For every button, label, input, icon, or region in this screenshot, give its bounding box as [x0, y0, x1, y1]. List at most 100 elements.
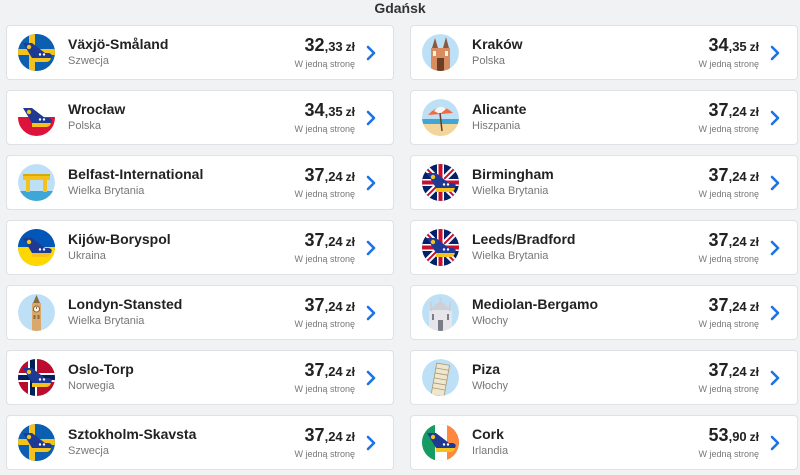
destination-grid: Växjö-Småland Szwecja 32,33 zł W jedną st… — [6, 25, 798, 470]
cathedral-icon — [422, 294, 459, 331]
fare-currency: zł — [345, 40, 355, 54]
fare-currency: zł — [345, 365, 355, 379]
fare-price: 37,24 zł — [305, 360, 355, 381]
chevron-right-icon[interactable] — [767, 303, 783, 323]
page-title: Gdańsk — [374, 0, 426, 16]
chevron-right-icon[interactable] — [363, 368, 379, 388]
destination-city: Leeds/Bradford — [472, 231, 576, 247]
fare-currency: zł — [749, 40, 759, 54]
one-way-label: W jedną stronę — [294, 319, 355, 329]
destination-country: Wielka Brytania — [472, 250, 549, 262]
chevron-right-icon[interactable] — [363, 303, 379, 323]
destination-card[interactable]: Birmingham Wielka Brytania 37,24 zł W jed… — [410, 155, 798, 210]
destination-city: Sztokholm-Skavsta — [68, 426, 197, 442]
fare-price: 37,24 zł — [305, 165, 355, 186]
fare-currency: zł — [345, 235, 355, 249]
fare-price-decimal: ,24 — [728, 234, 747, 249]
fare-price-whole: 37 — [708, 165, 729, 185]
fare-price-whole: 37 — [708, 360, 729, 380]
fare-price-decimal: ,24 — [324, 234, 343, 249]
destination-card[interactable]: Wrocław Polska 34,35 zł W jedną stronę — [6, 90, 394, 145]
destination-card[interactable]: Kijów-Boryspol Ukraina 37,24 zł W jedną s… — [6, 220, 394, 275]
fare-price-decimal: ,24 — [728, 364, 747, 379]
destination-card[interactable]: Alicante Hiszpania 37,24 zł W jedną stron… — [410, 90, 798, 145]
destination-city: Piza — [472, 361, 501, 377]
plane-uk-icon — [422, 164, 459, 201]
destination-country: Polska — [472, 55, 506, 67]
destination-city: Växjö-Småland — [68, 36, 169, 52]
fare-price-whole: 37 — [304, 165, 325, 185]
fare-price: 53,90 zł — [709, 425, 759, 446]
fare-price-decimal: ,24 — [728, 169, 747, 184]
chevron-right-icon[interactable] — [767, 433, 783, 453]
fare-price: 34,35 zł — [305, 100, 355, 121]
chevron-right-icon[interactable] — [363, 43, 379, 63]
destination-country: Ukraina — [68, 250, 106, 262]
chevron-right-icon[interactable] — [767, 368, 783, 388]
fare-price-whole: 37 — [304, 425, 325, 445]
fare-price-decimal: ,24 — [324, 299, 343, 314]
plane-sweden-icon — [18, 424, 55, 461]
chevron-right-icon[interactable] — [363, 108, 379, 128]
fare-currency: zł — [749, 300, 759, 314]
fare-currency: zł — [345, 430, 355, 444]
destination-card[interactable]: Oslo-Torp Norwegia 37,24 zł W jedną stron… — [6, 350, 394, 405]
one-way-label: W jedną stronę — [698, 319, 759, 329]
destination-card[interactable]: Cork Irlandia 53,90 zł W jedną stronę — [410, 415, 798, 470]
chevron-right-icon[interactable] — [767, 108, 783, 128]
fare-price-whole: 37 — [708, 295, 729, 315]
destination-card[interactable]: Londyn-Stansted Wielka Brytania 37,24 zł … — [6, 285, 394, 340]
destination-card[interactable]: Leeds/Bradford Wielka Brytania 37,24 zł W… — [410, 220, 798, 275]
chevron-right-icon[interactable] — [363, 433, 379, 453]
fare-price-decimal: ,24 — [324, 429, 343, 444]
destination-country: Wielka Brytania — [68, 315, 145, 327]
destination-country: Włochy — [472, 380, 509, 392]
fare-price-decimal: ,35 — [728, 39, 747, 54]
fare-price: 32,33 zł — [305, 35, 355, 56]
one-way-label: W jedną stronę — [294, 189, 355, 199]
one-way-label: W jedną stronę — [698, 254, 759, 264]
plane-sweden-icon — [18, 34, 55, 71]
fare-price: 37,24 zł — [709, 165, 759, 186]
destination-card[interactable]: Mediolan-Bergamo Włochy 37,24 zł W jedną … — [410, 285, 798, 340]
one-way-label: W jedną stronę — [698, 59, 759, 69]
chevron-right-icon[interactable] — [363, 173, 379, 193]
destination-city: Londyn-Stansted — [68, 296, 183, 312]
one-way-label: W jedną stronę — [698, 449, 759, 459]
destination-card[interactable]: Kraków Polska 34,35 zł W jedną stronę — [410, 25, 798, 80]
destination-card[interactable]: Piza Włochy 37,24 zł W jedną stronę — [410, 350, 798, 405]
fare-price-decimal: ,24 — [324, 364, 343, 379]
destination-city: Wrocław — [68, 101, 126, 117]
destination-card[interactable]: Sztokholm-Skavsta Szwecja 37,24 zł W jedn… — [6, 415, 394, 470]
plane-ireland-icon — [422, 424, 459, 461]
one-way-label: W jedną stronę — [698, 189, 759, 199]
chevron-right-icon[interactable] — [767, 43, 783, 63]
one-way-label: W jedną stronę — [698, 124, 759, 134]
destination-country: Włochy — [472, 315, 509, 327]
one-way-label: W jedną stronę — [294, 124, 355, 134]
destination-card[interactable]: Belfast-International Wielka Brytania 37… — [6, 155, 394, 210]
fare-price: 37,24 zł — [305, 425, 355, 446]
shipyard-crane-icon — [18, 164, 55, 201]
destination-card[interactable]: Växjö-Småland Szwecja 32,33 zł W jedną st… — [6, 25, 394, 80]
plane-norway-icon — [18, 359, 55, 396]
destination-city: Kraków — [472, 36, 523, 52]
destination-city: Birmingham — [472, 166, 554, 182]
destination-country: Szwecja — [68, 445, 109, 457]
chevron-right-icon[interactable] — [363, 238, 379, 258]
fare-price-whole: 37 — [304, 360, 325, 380]
fare-price-decimal: ,90 — [728, 429, 747, 444]
fare-price-whole: 37 — [708, 100, 729, 120]
fare-price-whole: 34 — [708, 35, 729, 55]
destination-country: Szwecja — [68, 55, 109, 67]
one-way-label: W jedną stronę — [698, 384, 759, 394]
big-ben-icon — [18, 294, 55, 331]
plane-ukraine-icon — [18, 229, 55, 266]
fare-price-decimal: ,24 — [728, 104, 747, 119]
destination-country: Hiszpania — [472, 120, 521, 132]
chevron-right-icon[interactable] — [767, 238, 783, 258]
chevron-right-icon[interactable] — [767, 173, 783, 193]
fare-currency: zł — [345, 300, 355, 314]
fare-price: 37,24 zł — [305, 295, 355, 316]
fare-currency: zł — [749, 170, 759, 184]
